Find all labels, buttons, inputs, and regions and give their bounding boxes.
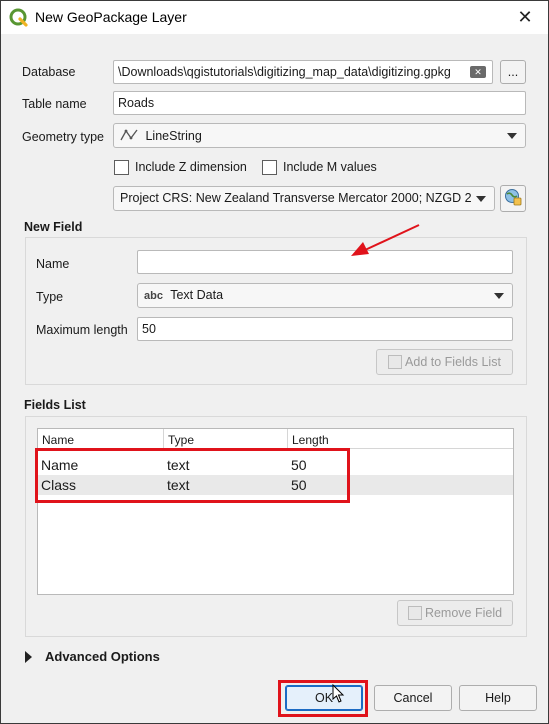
globe-icon bbox=[504, 188, 522, 209]
table-name-label: Table name bbox=[22, 97, 87, 111]
include-z-checkbox[interactable] bbox=[114, 160, 129, 175]
text-type-icon: abc bbox=[144, 290, 163, 302]
field-name-input[interactable] bbox=[137, 250, 513, 274]
dialog-window: New GeoPackage Layer ✕ Database \Downloa… bbox=[0, 0, 549, 724]
chevron-down-icon bbox=[507, 133, 517, 139]
add-to-fields-button[interactable]: Add to Fields List bbox=[376, 349, 513, 375]
include-m-checkbox[interactable] bbox=[262, 160, 277, 175]
chevron-down-icon bbox=[494, 293, 504, 299]
expand-arrow-icon[interactable] bbox=[25, 651, 32, 663]
field-type-combo[interactable]: abc Text Data bbox=[137, 283, 513, 308]
field-name-label: Name bbox=[36, 257, 70, 271]
browse-button[interactable]: ... bbox=[500, 60, 526, 84]
table-name-field[interactable]: Roads bbox=[113, 91, 526, 115]
add-to-fields-label: Add to Fields List bbox=[405, 355, 501, 369]
cancel-label: Cancel bbox=[393, 691, 433, 705]
database-label: Database bbox=[22, 65, 76, 79]
cancel-button[interactable]: Cancel bbox=[374, 685, 452, 711]
close-icon[interactable]: ✕ bbox=[512, 5, 538, 29]
geometry-type-combo[interactable]: LineString bbox=[113, 123, 526, 148]
remove-field-button[interactable]: Remove Field bbox=[397, 600, 513, 626]
chevron-down-icon bbox=[476, 196, 486, 202]
title-bar: New GeoPackage Layer ✕ bbox=[1, 1, 548, 34]
help-button[interactable]: Help bbox=[459, 685, 537, 711]
include-z-label: Include Z dimension bbox=[135, 160, 247, 174]
fields-table-header: Name Type Length bbox=[38, 429, 513, 449]
linestring-icon bbox=[120, 128, 138, 145]
new-field-title: New Field bbox=[24, 220, 83, 234]
include-m-label: Include M values bbox=[283, 160, 377, 174]
column-header-type[interactable]: Type bbox=[164, 429, 288, 449]
geometry-type-value: LineString bbox=[145, 128, 202, 143]
database-path: \Downloads\qgistutorials\digitizing_map_… bbox=[118, 65, 451, 79]
max-length-label: Maximum length bbox=[36, 323, 128, 337]
help-label: Help bbox=[485, 691, 511, 705]
rows-highlight-annotation bbox=[35, 448, 350, 503]
dialog-body: Database \Downloads\qgistutorials\digiti… bbox=[2, 34, 547, 723]
column-header-length[interactable]: Length bbox=[288, 429, 514, 449]
add-field-icon bbox=[388, 355, 403, 369]
field-type-label: Type bbox=[36, 290, 64, 304]
advanced-options-toggle[interactable]: Advanced Options bbox=[45, 649, 160, 664]
column-header-name[interactable]: Name bbox=[38, 429, 164, 449]
qgis-logo-icon bbox=[9, 8, 29, 28]
fields-list-title: Fields List bbox=[24, 398, 86, 412]
database-field[interactable]: \Downloads\qgistutorials\digitizing_map_… bbox=[113, 60, 493, 84]
remove-field-icon bbox=[407, 606, 422, 620]
crs-value: Project CRS: New Zealand Transverse Merc… bbox=[120, 191, 472, 205]
field-type-value: Text Data bbox=[170, 288, 224, 302]
crs-selector-button[interactable] bbox=[500, 185, 526, 212]
geometry-type-label: Geometry type bbox=[22, 130, 104, 144]
ok-highlight-annotation bbox=[278, 680, 368, 717]
arrow-annotation-icon bbox=[345, 222, 425, 262]
clear-icon[interactable]: ✕ bbox=[470, 66, 486, 78]
window-title: New GeoPackage Layer bbox=[35, 9, 187, 25]
remove-field-label: Remove Field bbox=[424, 606, 503, 620]
max-length-input[interactable]: 50 bbox=[137, 317, 513, 341]
crs-combo[interactable]: Project CRS: New Zealand Transverse Merc… bbox=[113, 186, 495, 211]
